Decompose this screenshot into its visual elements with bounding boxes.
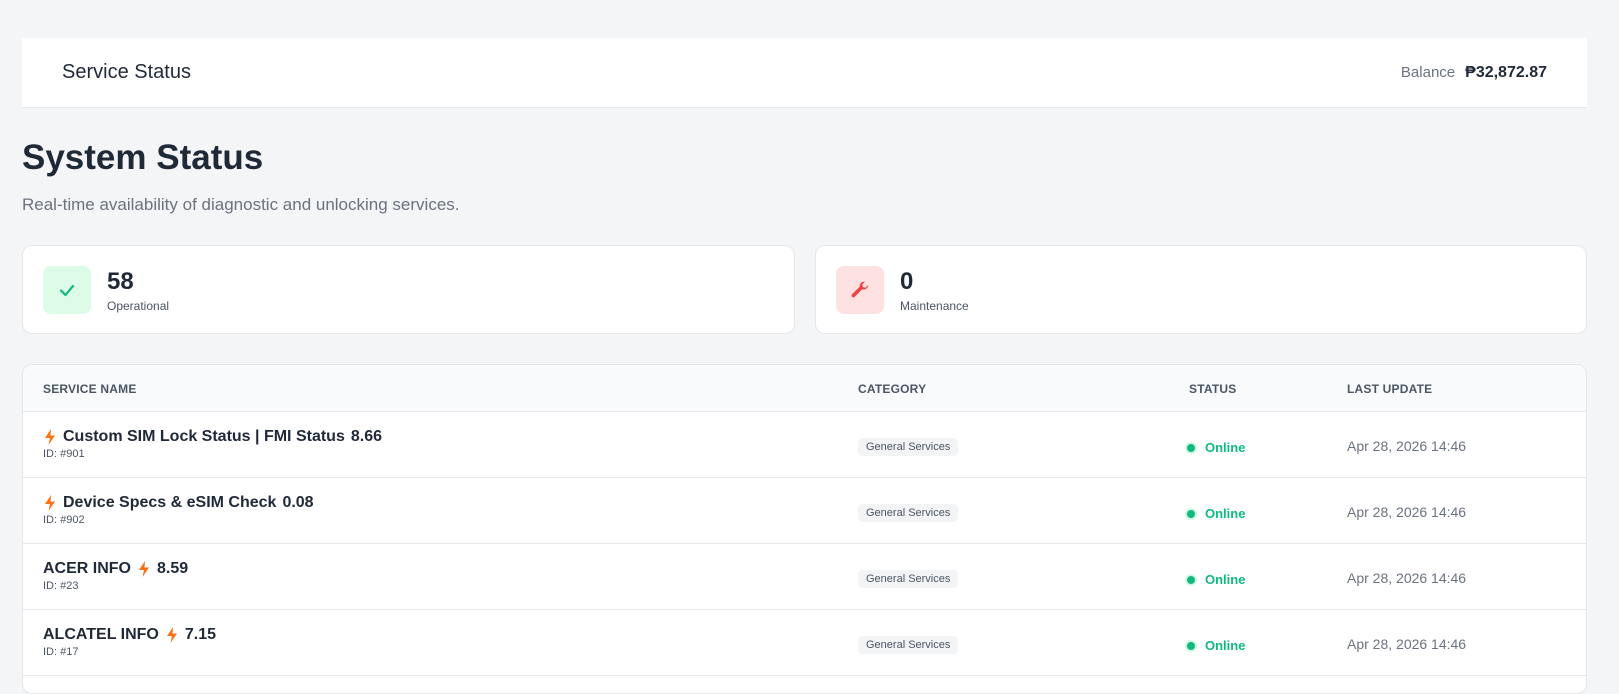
column-header-service-name[interactable]: SERVICE NAME: [43, 382, 137, 396]
status-text: Online: [1205, 506, 1246, 521]
status-indicator: Online: [1185, 506, 1245, 521]
app-title: Service Status: [62, 61, 191, 83]
status-indicator: Online: [1185, 638, 1245, 653]
service-id: ID: #23: [43, 580, 79, 592]
service-name: ALCATEL INFO: [43, 626, 159, 643]
category-badge: General Services: [858, 504, 959, 522]
last-update: Apr 28, 2026 14:46: [1347, 636, 1467, 652]
service-id: ID: #902: [43, 514, 85, 526]
service-id: ID: #901: [43, 448, 85, 460]
balance-label: Balance: [1400, 63, 1456, 81]
maintenance-card: 0 Maintenance: [815, 245, 1587, 334]
status-indicator: Online: [1185, 572, 1245, 587]
balance-value: ₱32,872.87: [1465, 63, 1547, 81]
balance-display: Balance ₱32,872.87: [1401, 64, 1547, 82]
status-text: Online: [1205, 572, 1246, 587]
operational-card: 58 Operational: [22, 245, 795, 334]
bolt-icon: [45, 429, 55, 445]
table-row[interactable]: Custom SIM Lock Status | FMI Status 8.66…: [23, 412, 1586, 478]
top-bar: Service Status Balance ₱32,872.87: [22, 38, 1587, 108]
last-update: Apr 28, 2026 14:46: [1347, 570, 1467, 586]
page-subtitle: Real-time availability of diagnostic and…: [22, 195, 460, 214]
page-title: System Status: [22, 138, 264, 177]
maintenance-count: 0: [900, 267, 914, 295]
operational-count: 58: [107, 267, 134, 295]
last-update: Apr 28, 2026 14:46: [1347, 438, 1467, 454]
category-badge: General Services: [858, 636, 959, 654]
column-header-category[interactable]: CATEGORY: [858, 382, 926, 396]
table-row[interactable]: ACER INFO 8.59 ID: #23 General Services …: [23, 544, 1586, 610]
table-row[interactable]: ALCATEL INFO 7.15 ID: #17 General Servic…: [23, 610, 1586, 676]
category-badge: General Services: [858, 438, 959, 456]
service-price: 7.15: [184, 626, 216, 643]
status-indicator: Online: [1185, 440, 1245, 455]
service-name: ACER INFO: [43, 560, 131, 577]
service-price: 8.59: [157, 560, 189, 577]
status-dot: [1185, 441, 1197, 454]
service-price: 0.08: [282, 494, 314, 511]
category-badge: General Services: [858, 570, 959, 588]
bolt-icon: [166, 627, 177, 643]
column-header-status[interactable]: STATUS: [1189, 382, 1236, 396]
service-name: Device Specs & eSIM Check: [63, 494, 277, 511]
status-dot: [1185, 639, 1197, 652]
table-row[interactable]: Device Specs & eSIM Check 0.08 ID: #902 …: [23, 478, 1586, 544]
bolt-icon: [45, 495, 55, 511]
wrench-icon: [836, 265, 884, 314]
service-id: ID: #17: [43, 646, 79, 658]
bolt-icon: [139, 561, 149, 577]
table-header: SERVICE NAME CATEGORY STATUS LAST UPDATE: [23, 365, 1586, 412]
maintenance-label: Maintenance: [900, 298, 969, 313]
check-icon: [43, 265, 91, 314]
status-text: Online: [1205, 638, 1246, 653]
status-text: Online: [1205, 440, 1246, 455]
last-update: Apr 28, 2026 14:46: [1347, 504, 1467, 520]
operational-label: Operational: [107, 298, 170, 313]
services-table: SERVICE NAME CATEGORY STATUS LAST UPDATE…: [22, 364, 1587, 694]
status-dot: [1185, 507, 1197, 520]
service-price: 8.66: [350, 428, 382, 445]
status-dot: [1185, 573, 1197, 586]
column-header-last-update[interactable]: LAST UPDATE: [1347, 382, 1432, 396]
service-name: Custom SIM Lock Status | FMI Status: [63, 428, 345, 445]
